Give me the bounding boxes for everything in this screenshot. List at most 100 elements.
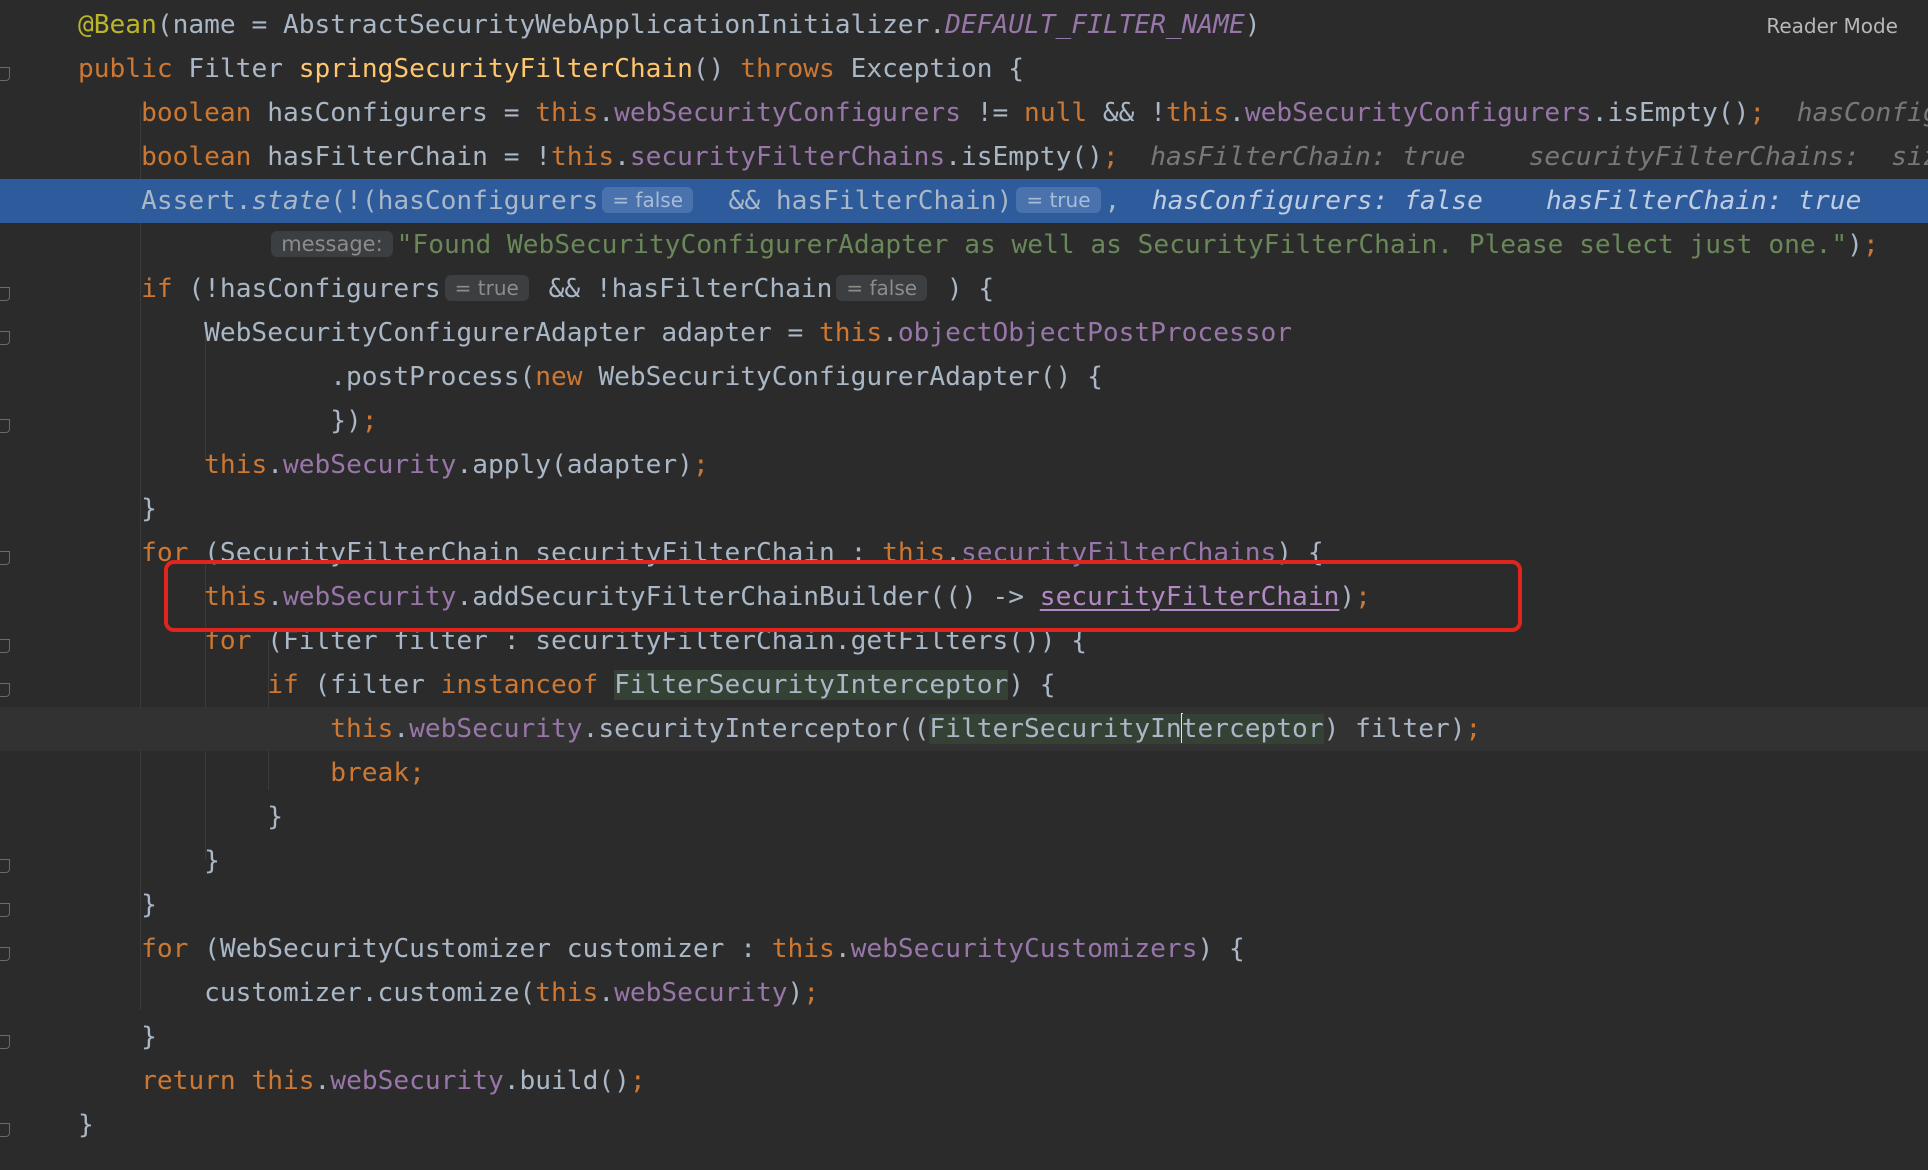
code-token: ; (1465, 714, 1482, 744)
code-token: ; (1102, 142, 1119, 172)
parameter-hint: message: (271, 231, 393, 257)
code-token: . (598, 978, 615, 1008)
inline-value-hint: = true (1016, 187, 1101, 213)
code-token: } (78, 846, 220, 876)
code-line-text: if (!hasConfigurers = true && !hasFilterC… (78, 267, 994, 311)
code-token: (name = AbstractSecurityWebApplicationIn… (156, 10, 946, 40)
code-token: this (551, 142, 615, 172)
reader-mode-button[interactable]: Reader Mode (1762, 12, 1902, 40)
code-token: } (78, 890, 157, 920)
code-token: ) (1244, 10, 1261, 40)
code-line-text: } (78, 839, 220, 883)
code-line-text: for (WebSecurityCustomizer customizer : … (78, 927, 1245, 971)
code-token: . (614, 142, 630, 172)
code-line-text: Assert.state(!(hasConfigurers = false && … (78, 179, 1861, 223)
code-line[interactable]: this.webSecurity.securityInterceptor((Fi… (0, 707, 1928, 751)
code-line[interactable]: break; (0, 751, 1928, 795)
code-line-text: if (filter instanceof FilterSecurityInte… (78, 663, 1056, 707)
code-token: Assert. (78, 186, 252, 216)
code-token: .securityInterceptor(( (582, 714, 930, 744)
code-line-text: } (78, 795, 283, 839)
code-line-text: WebSecurityConfigurerAdapter adapter = t… (78, 311, 1292, 355)
code-token: .apply(adapter) (456, 450, 693, 480)
code-token: null (1024, 98, 1088, 128)
code-token: webSecurity (283, 450, 457, 480)
code-token: (filter (314, 670, 441, 700)
code-token: if (141, 274, 189, 304)
code-token: FilterSecurityInterceptor (614, 670, 1009, 700)
code-line[interactable]: } (0, 487, 1928, 531)
code-line[interactable]: return this.webSecurity.build(); (0, 1059, 1928, 1103)
code-token: ) { (1197, 934, 1245, 964)
code-line[interactable]: boolean hasConfigurers = this.webSecurit… (0, 91, 1928, 135)
code-token: .build() (503, 1066, 630, 1096)
code-line[interactable]: message: "Found WebSecurityConfigurerAdap… (0, 223, 1928, 267)
code-line[interactable]: WebSecurityConfigurerAdapter adapter = t… (0, 311, 1928, 355)
code-line[interactable]: if (!hasConfigurers = true && !hasFilterC… (0, 267, 1928, 311)
execution-point-line[interactable]: Assert.state(!(hasConfigurers = false && … (0, 179, 1928, 223)
code-line[interactable]: }); (0, 399, 1928, 443)
code-line-text: public Filter springSecurityFilterChain(… (78, 47, 1024, 91)
code-token: ; (692, 450, 709, 480)
inline-value-hint: = false (602, 187, 694, 213)
code-editor[interactable]: @Bean(name = AbstractSecurityWebApplicat… (0, 0, 1928, 1170)
code-token: this (535, 978, 599, 1008)
code-token: webSecurity (409, 714, 583, 744)
code-token: .isEmpty() (945, 142, 1103, 172)
code-token: webSecurityConfigurers (614, 98, 961, 128)
code-token: ; (1749, 98, 1766, 128)
code-token: public (78, 54, 189, 84)
code-token: webSecurityConfigurers (1244, 98, 1592, 128)
debug-value-hint: hasFilterChain: true (1546, 186, 1862, 216)
debug-value-hint: securityFilterChains: size = 1 (1528, 142, 1928, 172)
code-token: for (141, 934, 205, 964)
code-line[interactable]: public Filter springSecurityFilterChain(… (0, 47, 1928, 91)
code-line[interactable]: customizer.customize(this.webSecurity); (0, 971, 1928, 1015)
code-token: throws (740, 54, 851, 84)
code-token: (!(hasConfigurers (330, 186, 599, 216)
code-line[interactable]: } (0, 795, 1928, 839)
code-token: springSecurityFilterChain (298, 54, 693, 84)
code-token: && !hasFilterChain (532, 274, 833, 304)
code-token: } (78, 494, 157, 524)
code-token: . (882, 318, 898, 348)
code-line[interactable]: if (filter instanceof FilterSecurityInte… (0, 663, 1928, 707)
code-token: .postProcess( (78, 362, 536, 392)
code-token: this (204, 450, 268, 480)
code-line[interactable]: .postProcess(new WebSecurityConfigurerAd… (0, 355, 1928, 399)
code-line-text: @Bean(name = AbstractSecurityWebApplicat… (78, 3, 1261, 47)
code-line[interactable]: this.webSecurity.apply(adapter); (0, 443, 1928, 487)
code-line-text: message: "Found WebSecurityConfigurerAdap… (78, 223, 1879, 267)
code-line-text: } (78, 1015, 157, 1059)
debug-value-hint: hasConfigurers: false (1796, 98, 1928, 128)
code-line[interactable]: @Bean(name = AbstractSecurityWebApplicat… (0, 3, 1928, 47)
code-line[interactable]: } (0, 839, 1928, 883)
code-token: "Found WebSecurityConfigurerAdapter as w… (396, 230, 1848, 260)
code-line[interactable]: boolean hasFilterChain = !this.securityF… (0, 135, 1928, 179)
code-token: Filter (188, 54, 299, 84)
code-line[interactable]: } (0, 1103, 1928, 1147)
code-line-text: } (78, 1103, 94, 1147)
code-token: ) filter) (1323, 714, 1466, 744)
code-line-text: this.webSecurity.apply(adapter); (78, 443, 709, 487)
code-token: terceptor (1181, 714, 1324, 744)
code-token: ; (803, 978, 820, 1008)
code-token: hasFilterChain = ! (267, 142, 552, 172)
code-line[interactable]: } (0, 883, 1928, 927)
code-token: ; (361, 406, 378, 436)
code-token: WebSecurityConfigurerAdapter() { (598, 362, 1103, 392)
code-line[interactable]: for (WebSecurityCustomizer customizer : … (0, 927, 1928, 971)
code-line-text: boolean hasConfigurers = this.webSecurit… (78, 91, 1928, 135)
code-token: webSecurity (614, 978, 788, 1008)
code-token: () (692, 54, 741, 84)
code-token: customizer.customize( (78, 978, 536, 1008)
code-line[interactable]: } (0, 1015, 1928, 1059)
code-token: && ! (1087, 98, 1166, 128)
